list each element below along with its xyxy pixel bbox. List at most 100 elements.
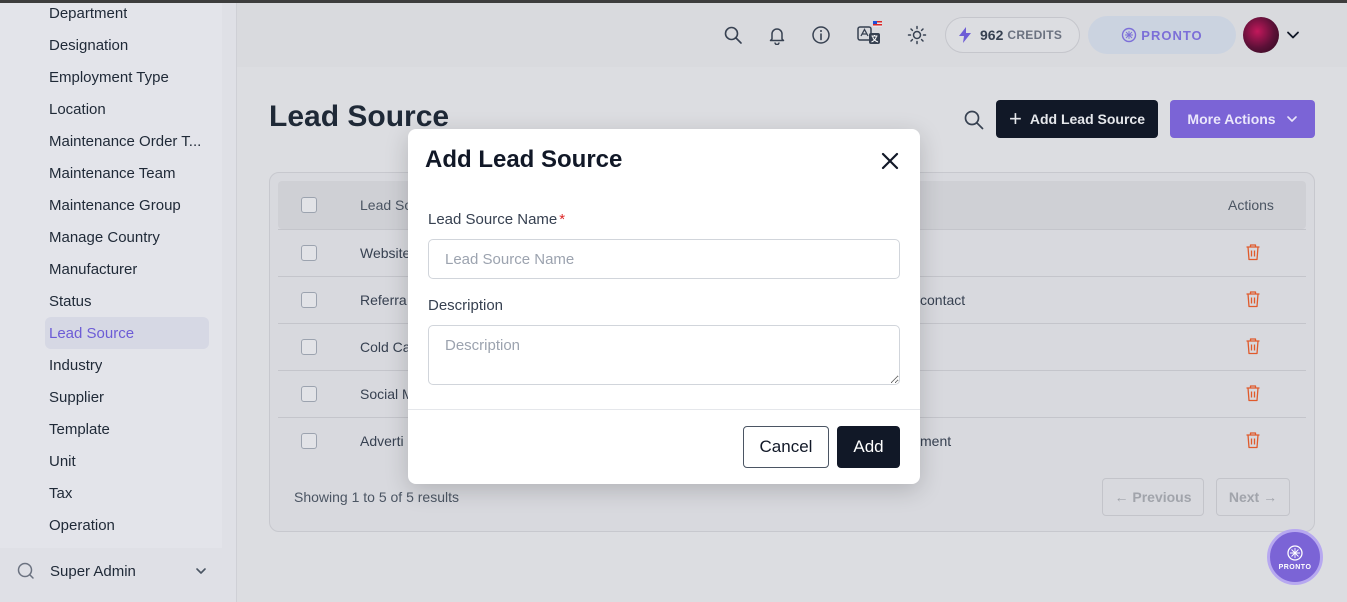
sidebar-item-label: Industry [49, 356, 103, 374]
add-lead-source-button[interactable]: + Add Lead Source [996, 100, 1158, 138]
description-textarea[interactable] [428, 325, 900, 385]
sidebar-item-super-admin[interactable]: Super Admin [0, 548, 222, 594]
bell-icon[interactable] [767, 25, 787, 45]
trash-icon[interactable] [1245, 384, 1261, 402]
trash-icon[interactable] [1245, 243, 1261, 261]
sidebar-item-status[interactable]: Status [45, 285, 209, 317]
lightning-icon [959, 27, 971, 43]
sidebar-item-label: Template [49, 420, 110, 438]
sidebar-settings-list: Department Designation Employment Type L… [0, 0, 222, 548]
lead-source-name-label-text: Lead Source Name [428, 211, 558, 228]
add-lead-source-modal: Add Lead Source Lead Source Name* Descri… [408, 129, 920, 484]
pronto-assistant-button[interactable]: PRONTO [1267, 529, 1323, 585]
sidebar-item-industry[interactable]: Industry [45, 349, 209, 381]
row-name: Referra [360, 292, 407, 308]
sidebar-item-tax[interactable]: Tax [45, 477, 209, 509]
sidebar-item-label: Lead Source [49, 324, 135, 342]
pronto-brand-text: PRONTO [1141, 27, 1203, 43]
credits-label: CREDITS [1007, 28, 1063, 42]
search-icon[interactable] [723, 25, 743, 45]
credits-badge[interactable]: 962 CREDITS [945, 17, 1080, 53]
modal-title: Add Lead Source [425, 146, 623, 173]
sidebar-item-label: Manage Country [49, 228, 160, 246]
sidebar-item-maintenance-team[interactable]: Maintenance Team [45, 157, 209, 189]
column-header-actions: Actions [1228, 197, 1274, 213]
admin-icon [17, 562, 34, 579]
sidebar-item-manage-country[interactable]: Manage Country [45, 221, 209, 253]
add-button[interactable]: Add [837, 426, 900, 468]
sidebar-item-employment-type[interactable]: Employment Type [45, 61, 209, 93]
window-top-border [0, 0, 1347, 3]
sidebar-item-operation[interactable]: Operation [45, 509, 209, 541]
super-admin-label: Super Admin [50, 562, 136, 580]
select-all-checkbox[interactable] [301, 197, 317, 213]
row-description: ment [920, 433, 952, 449]
pronto-logo-icon [1287, 544, 1303, 561]
sidebar-item-label: Maintenance Group [49, 196, 181, 214]
sidebar-item-label: Designation [49, 36, 129, 54]
row-name: Adverti [360, 433, 404, 449]
pronto-logo-icon [1122, 27, 1137, 43]
more-actions-label: More Actions [1187, 111, 1276, 127]
close-icon[interactable] [880, 151, 900, 171]
cancel-button[interactable]: Cancel [743, 426, 829, 468]
sidebar-item-label: Manufacturer [49, 260, 138, 278]
sidebar-item-label: Unit [49, 452, 76, 470]
fab-label: PRONTO [1278, 563, 1312, 571]
plus-icon: + [1009, 106, 1022, 131]
row-checkbox[interactable] [301, 386, 317, 402]
info-icon[interactable] [811, 25, 831, 45]
chevron-down-icon [1286, 116, 1297, 122]
sidebar-item-label: Tax [49, 484, 73, 502]
sidebar-item-label: Maintenance Team [49, 164, 176, 182]
sidebar-item-label: Maintenance Order T... [49, 132, 202, 150]
sidebar-item-template[interactable]: Template [45, 413, 209, 445]
row-name: Website [360, 245, 411, 261]
more-actions-button[interactable]: More Actions [1170, 100, 1315, 138]
pagination-summary: Showing 1 to 5 of 5 results [294, 489, 459, 505]
next-page-button[interactable]: Next → [1216, 478, 1290, 516]
user-avatar[interactable] [1243, 17, 1279, 53]
trash-icon[interactable] [1245, 290, 1261, 308]
chevron-down-icon [196, 568, 206, 574]
credits-count: 962 [980, 27, 1004, 43]
lead-source-name-label: Lead Source Name * [428, 211, 565, 228]
sidebar-item-designation[interactable]: Designation [45, 29, 209, 61]
chevron-down-icon[interactable] [1286, 28, 1300, 42]
sidebar-item-department[interactable]: Department [45, 0, 209, 29]
trash-icon[interactable] [1245, 337, 1261, 355]
lead-source-name-input[interactable] [428, 239, 900, 279]
column-header-name[interactable]: Lead So [360, 197, 412, 213]
row-checkbox[interactable] [301, 433, 317, 449]
description-label: Description [428, 297, 504, 314]
modal-footer-divider [408, 409, 920, 410]
pronto-brand-button[interactable]: PRONTO [1088, 16, 1236, 54]
search-icon[interactable] [963, 109, 985, 131]
sidebar-item-lead-source[interactable]: Lead Source [45, 317, 209, 349]
sidebar-item-location[interactable]: Location [45, 93, 209, 125]
row-name: Social M [360, 386, 414, 402]
sidebar-item-supplier[interactable]: Supplier [45, 381, 209, 413]
top-header: 962 CREDITS PRONTO [237, 3, 1347, 67]
sidebar-item-label: Operation [49, 516, 115, 534]
row-name: Cold Ca [360, 339, 411, 355]
add-lead-source-label: Add Lead Source [1029, 111, 1145, 127]
previous-page-button[interactable]: ← Previous [1102, 478, 1204, 516]
sidebar-item-label: Supplier [49, 388, 105, 406]
sidebar-item-maintenance-order-type[interactable]: Maintenance Order T... [45, 125, 209, 157]
required-marker: * [559, 211, 566, 228]
trash-icon[interactable] [1245, 431, 1261, 449]
sidebar-item-label: Location [49, 100, 106, 118]
row-checkbox[interactable] [301, 339, 317, 355]
row-description: contact [920, 292, 966, 308]
sidebar-item-unit[interactable]: Unit [45, 445, 209, 477]
translate-icon[interactable] [857, 20, 883, 46]
row-checkbox[interactable] [301, 245, 317, 261]
sidebar-item-manufacturer[interactable]: Manufacturer [45, 253, 209, 285]
sidebar-item-label: Status [49, 292, 92, 310]
sun-icon[interactable] [907, 25, 927, 45]
sidebar-item-label: Employment Type [49, 68, 169, 86]
sidebar-item-label: Department [49, 4, 128, 22]
row-checkbox[interactable] [301, 292, 317, 308]
sidebar-item-maintenance-group[interactable]: Maintenance Group [45, 189, 209, 221]
